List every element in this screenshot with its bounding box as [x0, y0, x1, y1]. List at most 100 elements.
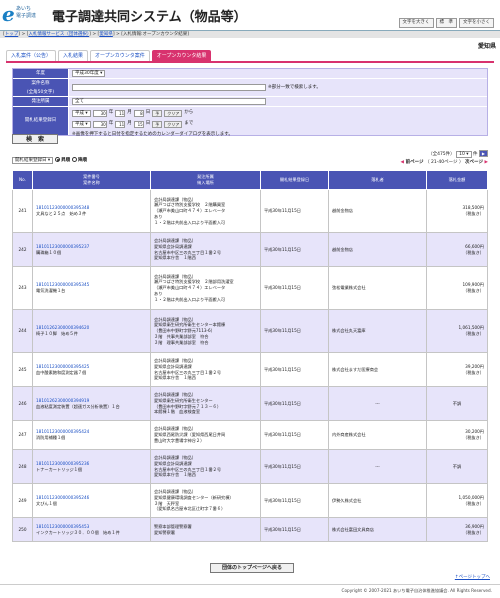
to-day-input[interactable]: 15	[133, 120, 144, 128]
row-no: 249	[12, 483, 33, 518]
per-page-select[interactable]: 10 ▾	[456, 151, 472, 158]
search-form: 年度 平成30年度 ▾ 案件名称 (全角50文字) ※部分一致で検索します。 発…	[12, 68, 488, 137]
org-select[interactable]: 全て	[72, 98, 266, 105]
font-smaller-button[interactable]: 文字を小さく	[459, 18, 494, 28]
row-no: 250	[12, 517, 33, 542]
table-row[interactable]: 244 18101262300000394620 椅子１０脚 始め５件 会計局調達課（…	[12, 309, 488, 353]
table-row[interactable]: 246 18101262300000394919 血液粘度測定装置（超速ガス分析装置…	[12, 386, 488, 421]
from-calendar-button[interactable]: 予	[152, 109, 163, 117]
case-name: 電気洗濯機１台	[36, 288, 66, 293]
result-date: 平成30年11月15日	[260, 232, 329, 267]
winner-name: 株式会社富田文具商店	[328, 517, 427, 542]
next-page-link[interactable]: 次ページ	[465, 160, 483, 165]
row-no: 245	[12, 352, 33, 387]
tax-note: （税抜き）	[463, 288, 484, 293]
case-name: 文びん１個	[36, 500, 57, 506]
table-row[interactable]: 247 18101123000000395424 消防用補種１個 会計局調達課（物品）…	[12, 420, 488, 450]
logo-line1: あいち	[16, 6, 32, 12]
org-line: 豊山町大字豊場字神谷２）	[154, 437, 205, 443]
org-label: 発注所属	[13, 97, 69, 106]
tax-note: （税抜き）	[463, 529, 484, 535]
asc-radio[interactable]	[54, 157, 60, 162]
breadcrumb-pref[interactable]: 愛知県	[99, 32, 113, 37]
row-no: 246	[12, 386, 33, 421]
row-no: 248	[12, 449, 33, 484]
from-day-input[interactable]: 8	[133, 109, 144, 117]
desc-radio[interactable]	[71, 157, 77, 162]
winner-name: 内外商産株式会社	[328, 420, 427, 450]
from-month-input[interactable]: 11	[115, 109, 126, 117]
font-size-buttons: 文字を大きく 標 準 文字を小さく	[398, 18, 494, 28]
org-line: ３階 理事共業部部室 符合	[154, 339, 209, 345]
result-date: 平成30年11月15日	[260, 189, 329, 233]
font-larger-button[interactable]: 文字を大きく	[398, 18, 434, 28]
from-era-select[interactable]: 平成 ▾	[72, 109, 91, 117]
row-no: 243	[12, 266, 33, 310]
col-winner: 落札者	[328, 170, 427, 190]
to-month-input[interactable]: 11	[115, 120, 126, 128]
to-calendar-button[interactable]: 予	[152, 120, 163, 128]
search-button[interactable]: 検 索	[12, 134, 58, 144]
case-name: 文具なと２５点 始め３件	[36, 211, 87, 216]
next-page-icon[interactable]: ▶	[485, 160, 488, 165]
col-org: 発注所属 納入場所	[150, 170, 261, 190]
paging-bar: 開札結果登録日 ▾ 昇順 降順 （全475件） 10 ▾ 件 ▶ ◀ 前ページ …	[12, 150, 488, 168]
page-range: （ 21-40ページ ）	[425, 160, 464, 165]
site-logo[interactable]: e あいち 電子調達	[2, 4, 48, 26]
winner-name: 株式会社ますだ医療商会	[328, 352, 427, 387]
case-name: 椅子１０脚 始め５件	[36, 331, 78, 336]
result-date: 平成30年11月15日	[260, 309, 329, 353]
table-row[interactable]: 249 18101123000000395246 文びん１個 会計局調達課（物品） 愛知…	[12, 483, 488, 518]
back-to-org-top-button[interactable]: 団体のトップページへ戻る	[210, 563, 294, 573]
prev-page-link[interactable]: 前ページ	[406, 160, 424, 165]
from-clear-button[interactable]: クリア	[164, 109, 183, 117]
case-name: トナーカートリッジ１個	[36, 466, 83, 472]
breadcrumb-current: 入札情報:オープンカウンタ結果	[122, 32, 188, 37]
result-date: 平成30年11月15日	[260, 386, 329, 421]
table-row[interactable]: 242 18101123000000395237 購珠箱１０個 会計局調達課（物品）愛…	[12, 232, 488, 267]
case-name: 消防用補種１個	[36, 435, 66, 440]
result-date: 平成30年11月15日	[260, 352, 329, 387]
sort-select[interactable]: 開札結果登録日 ▾	[12, 157, 54, 164]
from-year-input[interactable]: 30	[92, 109, 107, 117]
case-name: 血中酸素飽和度測定器７個	[36, 369, 87, 375]
winning-amount: 不調	[452, 400, 462, 406]
org-line: 本館棟１階 血液検査室	[154, 409, 201, 415]
table-row[interactable]: 245 18101123000000395425 血中酸素飽和度測定器７個 会計局調達…	[12, 352, 488, 387]
logo-mark: e	[2, 2, 15, 26]
font-standard-button[interactable]: 標 準	[435, 18, 457, 28]
table-row[interactable]: 250 18101123000000395453 インクカートリッジ３０．００個 始…	[12, 517, 488, 542]
result-date: 平成30年11月15日	[260, 483, 329, 518]
case-name-label: 案件名称	[31, 81, 50, 86]
to-clear-button[interactable]: クリア	[164, 120, 183, 128]
org-line: （愛知県名古屋市北区辻町字７番６）	[154, 506, 226, 512]
prev-page-icon[interactable]: ◀	[401, 160, 404, 165]
per-page-apply-icon[interactable]: ▶	[478, 150, 488, 157]
col-amount: 落札金額	[426, 170, 488, 190]
table-row[interactable]: 243 18101123000000395345 電気洗濯機１台 会計局調達課（物品）…	[12, 266, 488, 310]
table-row[interactable]: 248 18101123000000395236 トナーカートリッジ１個 会計局調達課…	[12, 449, 488, 484]
col-case: 案件番号 案件名称	[32, 170, 151, 190]
footer-copyright: Copyright © 2007-2021 あいち電子自治体推進協議会. All…	[0, 584, 500, 598]
tab-underline	[6, 61, 494, 63]
tax-note: （税抜き）	[463, 331, 484, 336]
winner-name: 越前金物店	[328, 232, 427, 267]
breadcrumb-top[interactable]: トップ	[5, 32, 19, 37]
to-year-input[interactable]: 30	[92, 120, 107, 128]
year-select[interactable]: 平成30年度 ▾	[72, 70, 106, 77]
calendar-hint: ※画像を押下すると日付を指定するためのカレンダーダイアログを表示します。	[72, 132, 233, 137]
col-date: 開札結果登録日	[260, 170, 329, 190]
case-name: 血液粘度測定装置（超速ガス分析装置）１台	[36, 403, 120, 409]
case-name-input[interactable]	[72, 84, 266, 91]
date-label: 開札結果登録日	[13, 107, 69, 135]
tax-note: （税抜き）	[463, 211, 484, 216]
page-top-link[interactable]: ↑ページトップへ	[455, 574, 490, 580]
winner-name: ---	[328, 386, 427, 421]
tax-note: （税抜き）	[463, 249, 484, 255]
table-row[interactable]: 241 18101123000000395348 文具なと２５点 始め３件 会計局調達…	[12, 189, 488, 233]
year-label: 年度	[13, 69, 69, 78]
result-date: 平成30年11月15日	[260, 517, 329, 542]
to-era-select[interactable]: 平成 ▾	[72, 120, 91, 128]
org-line: 愛知県本庁舎 １階西	[154, 255, 196, 261]
breadcrumb-org-select[interactable]: 入札情報サービス（団体選択）	[28, 32, 89, 37]
